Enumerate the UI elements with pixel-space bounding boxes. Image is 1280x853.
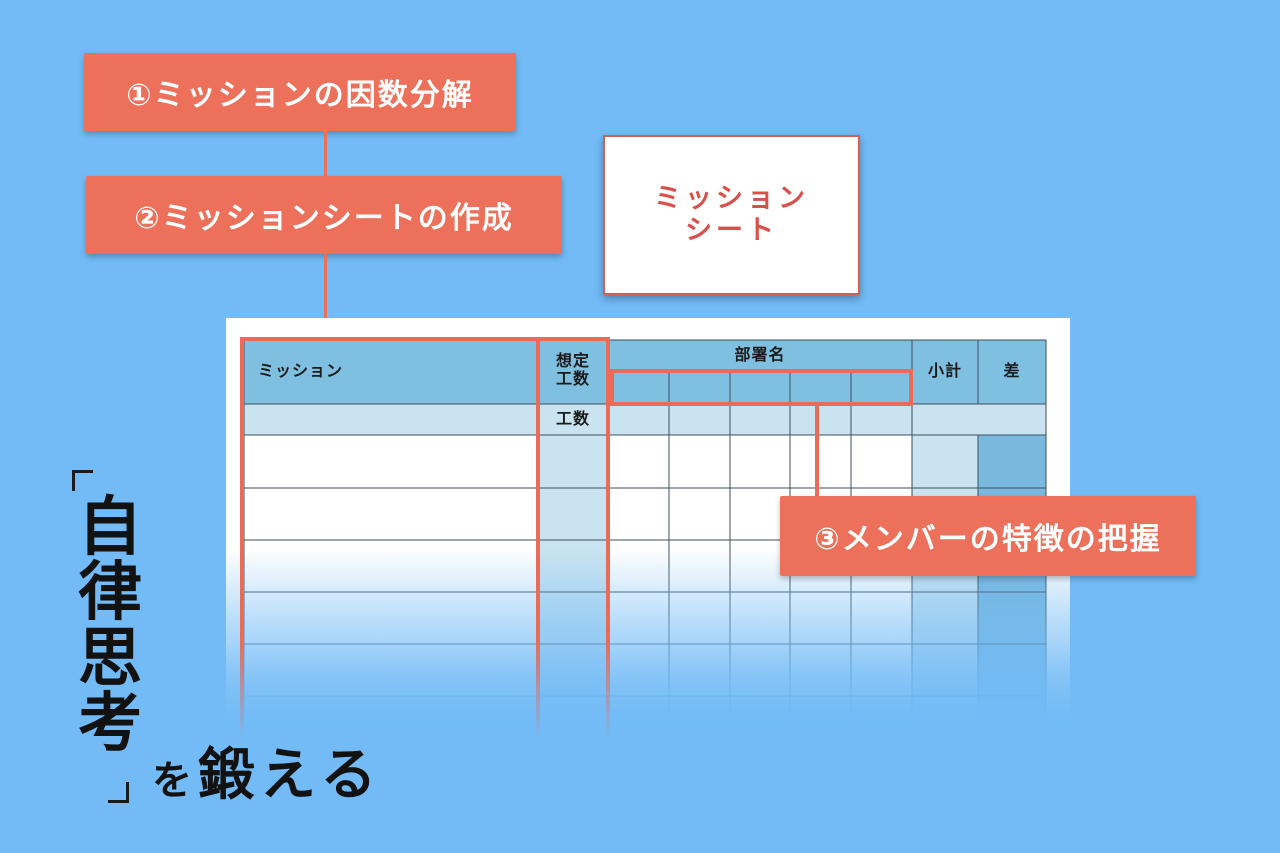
mission-sheet-card-label: ミッション シート <box>654 182 809 246</box>
connector-step2-sheet <box>324 254 327 320</box>
title-tail: を鍛える <box>152 730 382 811</box>
title-tail-text: 鍛える <box>198 742 383 808</box>
header-subtotal: 小計 <box>927 361 962 380</box>
title-vertical: 自 律 思 考 <box>78 490 142 761</box>
connector-step1-step2 <box>324 131 327 176</box>
mission-sheet-card: ミッション シート <box>603 135 860 295</box>
step-2-create-mission-sheet: ②ミッションシートの作成 <box>86 176 562 254</box>
highlight-fade-overlay <box>226 640 1070 740</box>
connector-dept-step3 <box>815 404 819 497</box>
title-particle: を <box>152 757 198 804</box>
header-difference: 差 <box>1003 361 1021 380</box>
step-1-mission-factorization: ①ミッションの因数分解 <box>84 53 516 131</box>
highlight-department-row <box>610 369 913 406</box>
open-bracket-icon <box>72 470 93 491</box>
header-department: 部署名 <box>734 345 786 364</box>
step-3-member-characteristics: ③メンバーの特徴の把握 <box>780 496 1196 576</box>
close-bracket-icon <box>108 782 129 803</box>
